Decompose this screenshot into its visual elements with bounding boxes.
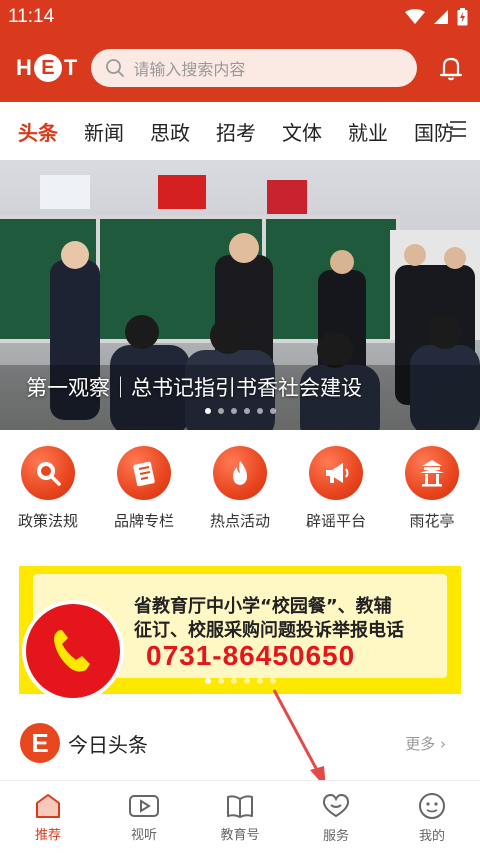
nav-label: 教育号	[220, 828, 260, 843]
smile-icon	[419, 793, 445, 819]
wifi-icon	[405, 9, 425, 24]
ad-text-line1: 省教育厅中小学“校园餐”、教辅	[134, 596, 392, 617]
video-icon	[129, 795, 159, 817]
logo-letter-e: E	[33, 54, 62, 82]
quick-link-label: 政策法规	[17, 512, 78, 530]
quick-link-label: 辟谣平台	[305, 512, 366, 530]
phone-icon	[22, 600, 124, 702]
quick-links: 政策法规 品牌专栏 热点活动 辟谣平台 雨花亭	[0, 446, 480, 542]
nav-education[interactable]: 教育号	[200, 793, 280, 843]
banner-dot[interactable]	[256, 408, 263, 414]
search-doc-icon	[21, 446, 75, 500]
flame-icon	[213, 446, 267, 500]
nav-label: 视听	[130, 828, 157, 843]
banner-pagination	[0, 408, 480, 414]
section-logo: E	[20, 723, 60, 763]
quick-link-brand[interactable]: 品牌专栏	[99, 446, 189, 542]
quick-link-label: 雨花亭	[409, 512, 455, 530]
ad-dot[interactable]	[217, 678, 224, 684]
notification-bell-icon[interactable]	[436, 53, 466, 83]
quick-link-pavilion[interactable]: 雨花亭	[387, 446, 477, 542]
nav-label: 服务	[322, 829, 349, 844]
today-headlines-section: E 今日头条 更多 ›	[0, 718, 480, 768]
megaphone-icon	[309, 446, 363, 500]
pavilion-icon	[405, 446, 459, 500]
quick-link-rumor[interactable]: 辟谣平台	[291, 446, 381, 542]
more-label: 更多	[405, 734, 436, 753]
quick-link-events[interactable]: 热点活动	[195, 446, 285, 542]
nav-service[interactable]: 服务	[296, 792, 376, 844]
more-link[interactable]: 更多 ›	[405, 733, 446, 754]
quick-link-label: 品牌专栏	[113, 512, 174, 530]
ad-dot[interactable]	[243, 678, 250, 684]
banner-dot[interactable]	[204, 408, 211, 414]
ad-phone-number: 0731-86450650	[146, 640, 356, 671]
banner-dot[interactable]	[269, 408, 276, 414]
section-title: 今日头条	[68, 732, 148, 757]
ad-dot[interactable]	[230, 678, 237, 684]
book-icon	[227, 795, 253, 818]
nav-video[interactable]: 视听	[104, 793, 184, 843]
ad-text-line2: 征订、校服采购问题投诉举报电话	[134, 620, 404, 641]
ad-dot[interactable]	[269, 678, 276, 684]
banner-caption: 第一观察｜总书记指引书香社会建设	[26, 376, 362, 400]
system-icons	[405, 8, 468, 26]
het-logo[interactable]: H E T	[16, 54, 77, 82]
quick-link-policy[interactable]: 政策法规	[3, 446, 93, 542]
nav-label: 推荐	[34, 828, 61, 843]
logo-letter-h: H	[16, 55, 32, 80]
ad-dot[interactable]	[204, 678, 211, 684]
signal-icon	[434, 10, 448, 24]
notebook-icon	[117, 446, 171, 500]
chevron-right-icon: ›	[440, 734, 446, 753]
tab-news[interactable]: 新闻	[84, 117, 124, 146]
search-icon	[106, 59, 125, 77]
menu-icon[interactable]	[448, 120, 468, 138]
tab-headlines[interactable]: 头条	[18, 117, 58, 146]
tab-employment[interactable]: 就业	[348, 117, 388, 146]
banner-dot[interactable]	[217, 408, 224, 414]
banner-dot[interactable]	[230, 408, 237, 414]
ad-dot[interactable]	[256, 678, 263, 684]
home-icon	[36, 794, 60, 818]
quick-link-label: 热点活动	[209, 512, 270, 530]
banner-dot[interactable]	[243, 408, 250, 414]
tab-culture-sports[interactable]: 文体	[282, 117, 322, 146]
bottom-navigation: 推荐 视听 教育号 服务 我的	[0, 780, 480, 855]
search-placeholder: 请输入搜索内容	[133, 60, 246, 79]
nav-mine[interactable]: 我的	[392, 792, 472, 844]
search-input[interactable]: 请输入搜索内容	[91, 49, 418, 87]
battery-icon	[457, 8, 468, 26]
status-bar: 11:14	[0, 0, 480, 34]
nav-recommend[interactable]: 推荐	[8, 793, 88, 843]
tab-exams[interactable]: 招考	[216, 117, 256, 146]
tab-ideology[interactable]: 思政	[150, 117, 190, 146]
status-time: 11:14	[8, 6, 55, 27]
news-banner[interactable]: 第一观察｜总书记指引书香社会建设	[0, 160, 480, 430]
app-header: H E T 请输入搜索内容	[0, 34, 480, 102]
heart-icon	[322, 793, 350, 818]
category-tabs: 头条 新闻 思政 招考 文体 就业 国防	[0, 102, 480, 160]
logo-letter-t: T	[63, 55, 78, 80]
nav-label: 我的	[418, 829, 445, 844]
